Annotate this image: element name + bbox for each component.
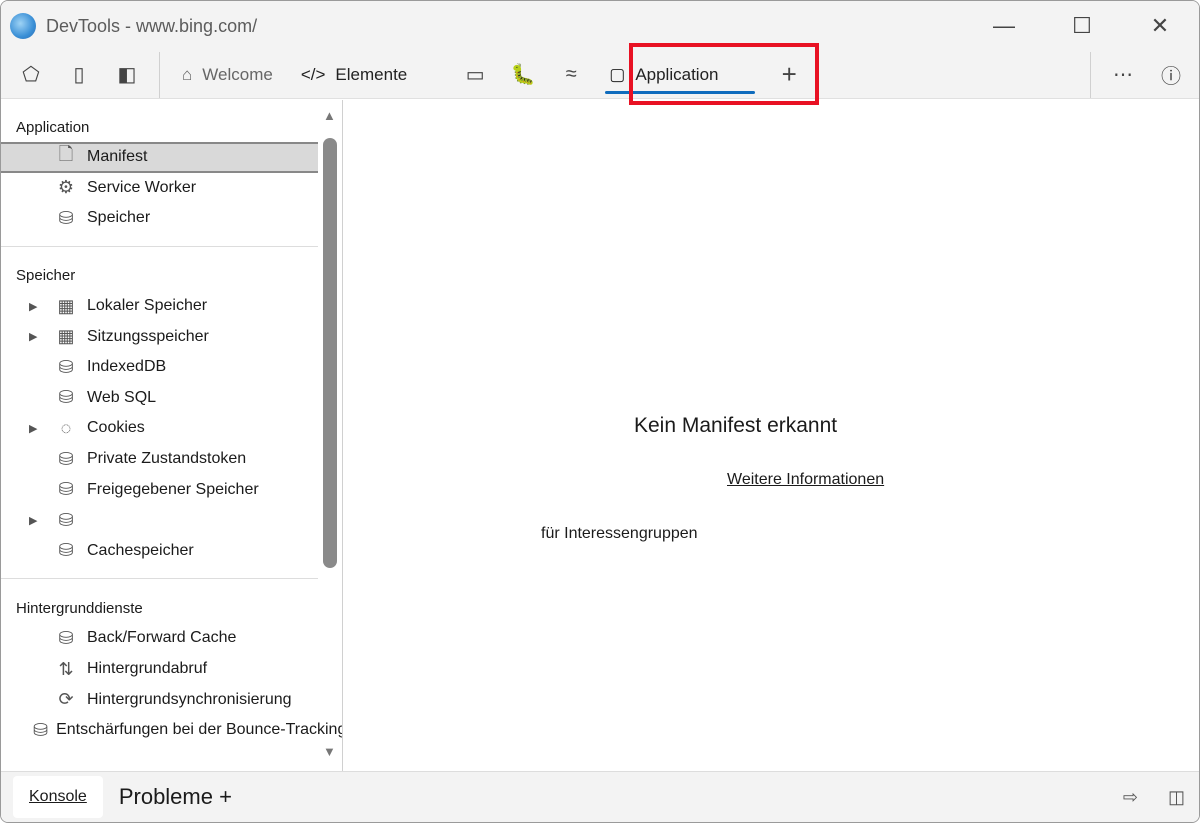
scroll-up-icon[interactable]: ▲ bbox=[323, 108, 336, 123]
sidebar-item-label: Service Worker bbox=[87, 178, 197, 196]
sidebar-item-label: Sitzungsspeicher bbox=[87, 327, 209, 345]
dock-sidebar-icon[interactable]: ◧ bbox=[103, 51, 151, 99]
divider bbox=[1, 245, 318, 247]
close-button[interactable]: ✕ bbox=[1121, 1, 1199, 51]
sidebar-item[interactable]: ⛁ Entschärfungen bei der Bounce-Tracking-… bbox=[1, 715, 342, 746]
sidebar-item[interactable]: ⛁ Freigegebener Speicher bbox=[1, 474, 318, 505]
sidebar-item-label: Manifest bbox=[87, 148, 148, 166]
sidebar-item[interactable]: ⚙ Service Worker bbox=[1, 173, 318, 204]
divider bbox=[1, 578, 318, 580]
more-icon[interactable]: ⋯ bbox=[1099, 51, 1147, 99]
sidebar-item-label: Lokaler Speicher bbox=[87, 297, 208, 315]
database-icon: ⛁ bbox=[33, 719, 49, 740]
dock-drawer-icon[interactable]: ⇨ bbox=[1123, 787, 1138, 808]
sidebar-item[interactable]: ⛁ IndexedDB bbox=[1, 352, 318, 383]
section-title: Application bbox=[16, 118, 90, 136]
database-icon: ⛁ bbox=[58, 627, 74, 648]
sidebar-item[interactable]: ▶ ▦ Sitzungsspeicher bbox=[1, 321, 318, 352]
wifi-icon[interactable]: ≈ bbox=[547, 51, 595, 99]
tab-label: Welcome bbox=[202, 64, 273, 84]
device-emulation-icon[interactable]: ▯ bbox=[55, 51, 103, 99]
no-manifest-heading: Kein Manifest erkannt bbox=[634, 414, 838, 437]
minimize-button[interactable]: — bbox=[965, 1, 1043, 51]
sidebar-item[interactable]: ⛁ Speicher bbox=[1, 203, 318, 234]
inspect-icon[interactable]: ⬠ bbox=[7, 51, 55, 99]
sidebar-item[interactable]: ⛁ Back/Forward Cache bbox=[1, 623, 318, 654]
file-icon: 🗋 bbox=[58, 144, 74, 165]
sidebar-item-label: Cookies bbox=[87, 419, 145, 437]
expand-arrow-icon[interactable]: ▶ bbox=[29, 330, 49, 343]
sync-icon: ⟳ bbox=[58, 689, 74, 710]
bug-icon[interactable]: 🐛 bbox=[499, 51, 547, 99]
help-icon[interactable]: ⓘ bbox=[1147, 51, 1195, 99]
code-icon: </> bbox=[300, 64, 326, 84]
sidebar-item-label: Hintergrundsynchronisierung bbox=[87, 690, 292, 708]
window-title: DevTools - www.bing.com/ bbox=[46, 15, 258, 36]
section-title: Hintergrunddienste bbox=[16, 599, 143, 617]
highlight-box bbox=[629, 43, 819, 105]
sidebar-item-label: Hintergrundabruf bbox=[87, 660, 208, 678]
service-worker-icon: ⚙ bbox=[57, 177, 75, 198]
expand-arrow-icon[interactable]: ▶ bbox=[29, 422, 49, 435]
sidebar-item[interactable]: ▶ ⛁ bbox=[1, 505, 318, 536]
tab-elements[interactable]: </> Elemente bbox=[287, 51, 421, 99]
main-panel: Kein Manifest erkannt Weitere Informatio… bbox=[344, 100, 1199, 773]
divider bbox=[1090, 51, 1091, 98]
sidebar-item-label: IndexedDB bbox=[87, 358, 167, 376]
drawer-tab-console[interactable]: Konsole bbox=[13, 776, 103, 818]
home-icon: ⌂ bbox=[182, 64, 193, 84]
database-icon: ⛁ bbox=[58, 509, 74, 530]
sidebar: Application 🗋 Manifest ⚙ Service Worker ⛁ Spei… bbox=[1, 100, 343, 773]
database-icon: ⛁ bbox=[58, 479, 74, 500]
sidebar-item[interactable]: ▶ ◌ Cookies bbox=[1, 413, 318, 444]
cookie-icon: ◌ bbox=[60, 417, 72, 438]
database-icon: ⛁ bbox=[58, 448, 74, 469]
database-icon: ⛁ bbox=[58, 387, 74, 408]
tab-welcome[interactable]: ⌂ Welcome bbox=[168, 51, 287, 99]
sidebar-item[interactable]: ⛁ Cachespeicher bbox=[1, 536, 318, 567]
database-icon: ⛁ bbox=[58, 207, 74, 228]
sidebar-item[interactable]: ⟳ Hintergrundsynchronisierung bbox=[1, 684, 318, 715]
sidebar-item[interactable]: ⛁ Private Zustandstoken bbox=[1, 444, 318, 475]
sidebar-item-label: Speicher bbox=[87, 209, 151, 227]
sidebar-item-label: Freigegebener Speicher bbox=[87, 480, 259, 498]
collapse-drawer-icon[interactable]: ◫ bbox=[1168, 787, 1185, 808]
learn-more-link[interactable]: Weitere Informationen bbox=[727, 471, 884, 489]
scroll-down-icon[interactable]: ▼ bbox=[323, 744, 336, 759]
scroll-thumb[interactable] bbox=[323, 138, 337, 568]
sidebar-item[interactable]: ▶ ▦ Lokaler Speicher bbox=[1, 291, 318, 322]
expand-arrow-icon[interactable]: ▶ bbox=[29, 514, 49, 527]
toolbar: ⬠ ▯ ◧ ⌂ Welcome </> Elemente ▭ 🐛 ≈ ▢ Applic… bbox=[1, 51, 1199, 99]
application-icon: ▢ bbox=[609, 64, 626, 84]
maximize-button[interactable]: ☐ bbox=[1043, 1, 1121, 51]
database-icon: ⛁ bbox=[58, 356, 74, 377]
drawer-tab-issues[interactable]: Probleme + bbox=[119, 784, 232, 810]
grid-icon: ▦ bbox=[57, 326, 75, 347]
title-bar: DevTools - www.bing.com/ — ☐ ✕ bbox=[1, 1, 1199, 51]
sidebar-item[interactable]: ⛁ Web SQL bbox=[1, 383, 318, 414]
edge-logo-icon bbox=[10, 13, 36, 39]
updown-icon: ⇅ bbox=[58, 658, 74, 679]
devtools-window: DevTools - www.bing.com/ — ☐ ✕ ⬠ ▯ ◧ ⌂ We… bbox=[0, 0, 1200, 823]
expand-arrow-icon[interactable]: ▶ bbox=[29, 300, 49, 313]
scrollbar[interactable]: ▲ ▼ bbox=[319, 100, 342, 773]
section-title: Speicher bbox=[16, 267, 76, 285]
grid-icon: ▦ bbox=[57, 295, 75, 316]
tab-label: Elemente bbox=[335, 64, 408, 84]
sidebar-item[interactable]: 🗋 Manifest bbox=[1, 142, 318, 173]
sidebar-item-label: Web SQL bbox=[87, 388, 157, 406]
sidebar-item-label: Back/Forward Cache bbox=[87, 629, 237, 647]
sidebar-item-label: Entschärfungen bei der Bounce-Tracking-Ü… bbox=[56, 721, 342, 739]
divider bbox=[159, 51, 160, 98]
interest-groups-text: für Interessengruppen bbox=[541, 525, 698, 542]
database-icon: ⛁ bbox=[58, 540, 74, 561]
sidebar-item-label: Cachespeicher bbox=[87, 541, 194, 559]
console-error-icon[interactable]: ▭ bbox=[451, 51, 499, 99]
drawer: Konsole Probleme + ⇨ ◫ bbox=[1, 771, 1199, 822]
sidebar-item[interactable]: ⇅ Hintergrundabruf bbox=[1, 654, 318, 685]
sidebar-item-label: Private Zustandstoken bbox=[87, 450, 247, 468]
